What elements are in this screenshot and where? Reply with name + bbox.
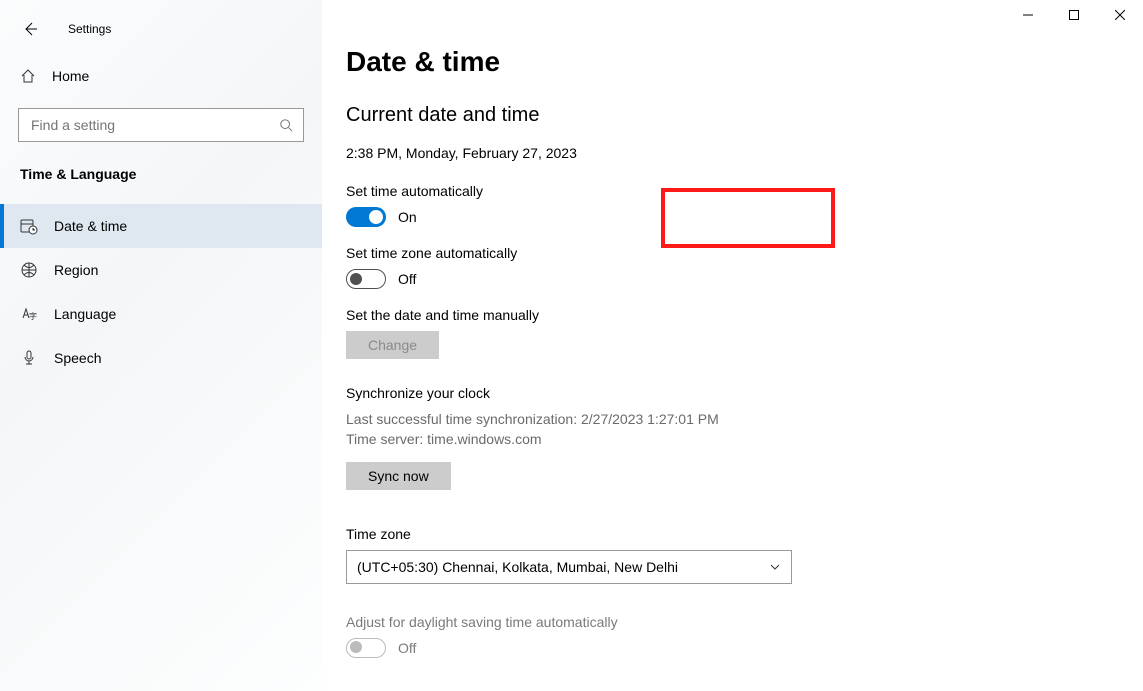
microphone-icon — [20, 349, 38, 367]
search-box[interactable] — [18, 108, 304, 142]
back-button[interactable] — [20, 19, 40, 39]
language-icon: 字 — [20, 305, 38, 323]
home-icon — [20, 68, 36, 84]
current-datetime: 2:38 PM, Monday, February 27, 2023 — [346, 145, 852, 161]
nav-label: Speech — [54, 350, 101, 366]
nav-item-language[interactable]: 字 Language — [0, 292, 322, 336]
sync-last: Last successful time synchronization: 2/… — [346, 409, 852, 429]
set-manual-label: Set the date and time manually — [346, 307, 852, 323]
nav-label: Language — [54, 306, 116, 322]
dst-label: Adjust for daylight saving time automati… — [346, 614, 852, 630]
sidebar: Settings Home Time & Language Date & — [0, 0, 322, 691]
sync-info: Last successful time synchronization: 2/… — [346, 409, 852, 450]
tz-label: Time zone — [346, 526, 852, 542]
current-heading: Current date and time — [346, 104, 852, 127]
set-tz-auto-label: Set time zone automatically — [346, 245, 852, 261]
calendar-clock-icon — [20, 217, 38, 235]
nav-item-speech[interactable]: Speech — [0, 336, 322, 380]
svg-text:字: 字 — [29, 311, 37, 321]
sync-heading: Synchronize your clock — [346, 385, 852, 401]
sync-now-button[interactable]: Sync now — [346, 462, 451, 490]
chevron-down-icon — [769, 561, 781, 573]
nav-item-date-time[interactable]: Date & time — [0, 204, 322, 248]
search-icon — [279, 118, 293, 132]
nav-list: Date & time Region 字 Language Speech — [0, 204, 322, 380]
timezone-select[interactable]: (UTC+05:30) Chennai, Kolkata, Mumbai, Ne… — [346, 550, 792, 584]
home-nav[interactable]: Home — [0, 58, 322, 94]
main: Date & time Current date and time 2:38 P… — [322, 0, 1143, 691]
home-label: Home — [52, 68, 89, 84]
section-title: Time & Language — [0, 166, 322, 182]
search-input[interactable] — [29, 116, 279, 134]
sync-server: Time server: time.windows.com — [346, 429, 852, 449]
nav-label: Date & time — [54, 218, 127, 234]
set-time-auto-label: Set time automatically — [346, 183, 852, 199]
window-title: Settings — [68, 22, 111, 36]
set-time-auto-state: On — [398, 209, 417, 225]
change-button: Change — [346, 331, 439, 359]
close-button[interactable] — [1097, 0, 1143, 30]
window-controls — [1005, 0, 1143, 30]
dst-state: Off — [398, 640, 416, 656]
globe-icon — [20, 261, 38, 279]
set-time-auto-toggle[interactable] — [346, 207, 386, 227]
timezone-value: (UTC+05:30) Chennai, Kolkata, Mumbai, Ne… — [357, 559, 678, 575]
nav-item-region[interactable]: Region — [0, 248, 322, 292]
maximize-button[interactable] — [1051, 0, 1097, 30]
set-tz-auto-toggle[interactable] — [346, 269, 386, 289]
titlebar: Settings — [0, 0, 322, 44]
dst-toggle — [346, 638, 386, 658]
page-heading: Date & time — [346, 46, 852, 78]
set-tz-auto-state: Off — [398, 271, 416, 287]
minimize-button[interactable] — [1005, 0, 1051, 30]
nav-label: Region — [54, 262, 98, 278]
